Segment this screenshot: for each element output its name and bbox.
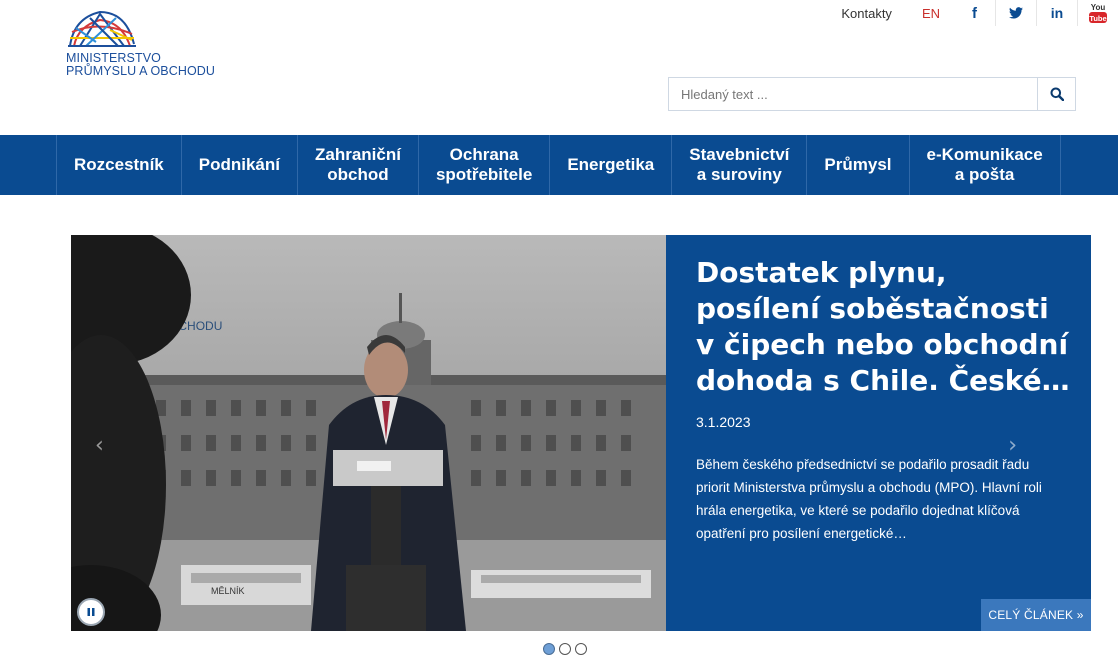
nav-label: Rozcestník — [74, 155, 164, 174]
nav-label-line-2: obchod — [327, 165, 389, 184]
nav-label: Zahraniční — [314, 145, 401, 164]
slide-summary: Během českého předsednictví se podařilo … — [696, 457, 1042, 541]
nav-item-zahranicni-obchod[interactable]: Zahraniční obchod — [296, 135, 418, 195]
linkedin-link[interactable]: in — [1036, 0, 1077, 26]
search-box — [668, 77, 1076, 111]
logo-line-2: PRŮMYSLU A OBCHODU — [66, 64, 216, 78]
slider-pagination — [543, 643, 587, 655]
nav-label: Stavebnictví — [689, 145, 790, 164]
next-slide-arrow[interactable]: › — [1008, 433, 1017, 458]
news-slider: MĚLNÍK PRŮMYSLU A OBCHODU ‹ — [71, 235, 1091, 631]
globe-logo-icon — [68, 10, 136, 47]
nav-label: Podnikání — [198, 155, 280, 174]
nav-item-podnikani[interactable]: Podnikání — [180, 135, 297, 195]
top-bar: Kontakty EN f in You Tube — [827, 0, 1118, 26]
slide-text-panel: Dostatek plynu, posílení soběstačnosti v… — [666, 235, 1091, 631]
nav-label-line-2: a pošta — [954, 165, 1015, 184]
nav-label: e-Komunikace — [926, 145, 1043, 164]
pause-button[interactable] — [77, 598, 105, 626]
nav-item-prumysl[interactable]: Průmysl — [806, 135, 908, 195]
facebook-link[interactable]: f — [954, 0, 995, 26]
svg-text:You: You — [1091, 3, 1106, 12]
slide-photo[interactable]: MĚLNÍK PRŮMYSLU A OBCHODU ‹ — [71, 235, 666, 631]
search-icon — [1050, 87, 1064, 101]
read-more-button[interactable]: CELÝ ČLÁNEK » — [981, 599, 1091, 631]
nav-label-line-2: a suroviny — [696, 165, 782, 184]
search-button[interactable] — [1037, 78, 1075, 110]
slider-dot-2[interactable] — [559, 643, 571, 655]
facebook-icon: f — [972, 4, 977, 22]
ministry-logo[interactable]: MINISTERSTVO PRŮMYSLU A OBCHODU — [66, 8, 226, 82]
nav-label: Ochrana — [449, 145, 519, 164]
nav-label-line-2: spotřebitele — [435, 165, 533, 184]
nav-item-e-komunikace[interactable]: e-Komunikace a pošta — [908, 135, 1061, 195]
slide-title[interactable]: Dostatek plynu, posílení soběstačnosti v… — [696, 255, 1076, 399]
youtube-link[interactable]: You Tube — [1077, 0, 1118, 26]
nav-item-rozcestnik[interactable]: Rozcestník — [56, 135, 181, 195]
slider-dot-1[interactable] — [543, 643, 555, 655]
nav-label: Průmysl — [824, 155, 892, 174]
slide-date: 3.1.2023 — [696, 414, 751, 430]
pause-icon — [87, 608, 95, 616]
prev-slide-arrow[interactable]: ‹ — [95, 433, 104, 458]
language-switch[interactable]: EN — [906, 6, 954, 21]
slider-dot-3[interactable] — [575, 643, 587, 655]
nav-item-ochrana-spotrebitele[interactable]: Ochrana spotřebitele — [417, 135, 549, 195]
nav-label: Energetika — [567, 155, 655, 174]
youtube-icon: You Tube — [1089, 3, 1107, 23]
boat-sign-text: MĚLNÍK — [211, 586, 245, 596]
twitter-link[interactable] — [995, 0, 1036, 26]
search-input[interactable] — [669, 78, 1037, 110]
nav-item-energetika[interactable]: Energetika — [549, 135, 671, 195]
twitter-icon — [1009, 7, 1023, 19]
svg-text:Tube: Tube — [1089, 14, 1106, 23]
linkedin-icon: in — [1050, 5, 1064, 21]
nav-item-stavebnictvi[interactable]: Stavebnictví a suroviny — [671, 135, 806, 195]
contacts-link[interactable]: Kontakty — [827, 6, 906, 21]
press-conference-photo: MĚLNÍK PRŮMYSLU A OBCHODU — [71, 235, 666, 631]
main-navigation: Rozcestník Podnikání Zahraniční obchod Oc… — [0, 135, 1118, 195]
